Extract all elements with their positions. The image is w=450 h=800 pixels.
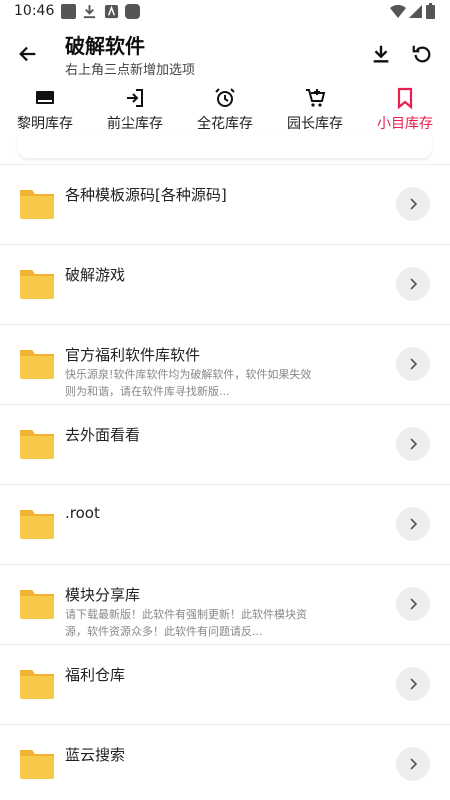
item-title: 各种模板源码[各种源码]: [65, 186, 227, 204]
list-item[interactable]: 破解游戏: [0, 244, 450, 324]
tab-label: 小目库存: [377, 116, 433, 132]
app-header: 破解软件 右上角三点新增加选项: [0, 24, 450, 80]
tab-label: 黎明库存: [17, 116, 73, 132]
open-button[interactable]: [396, 347, 430, 381]
open-button[interactable]: [396, 187, 430, 221]
tab-xiaomu[interactable]: 小目库存: [360, 84, 450, 136]
battery-icon: [426, 3, 435, 19]
folder-list: 各种模板源码[各种源码] 破解游戏 官方福利软件库软件 快乐源泉!软件库软件均为…: [0, 164, 450, 800]
refresh-button[interactable]: [406, 38, 438, 70]
cart-icon: [306, 89, 326, 107]
item-title: 模块分享库: [65, 586, 141, 604]
download-notification-icon: [83, 4, 96, 19]
download-icon: [373, 45, 389, 63]
folder-icon: [20, 350, 54, 379]
keyboard-icon: [36, 91, 54, 104]
chevron-right-icon: [410, 278, 418, 290]
tab-liming[interactable]: 黎明库存: [0, 84, 90, 136]
list-item[interactable]: 模块分享库 请下载最新版！此软件有强制更新！此软件模块资源，软件资源众多！此软件…: [0, 564, 450, 644]
tab-qianchen[interactable]: 前尘库存: [90, 84, 180, 136]
page-title: 破解软件: [65, 34, 145, 58]
folder-icon: [20, 190, 54, 219]
wifi-icon: [390, 5, 406, 18]
list-item[interactable]: 蓝云搜索: [0, 724, 450, 800]
chevron-right-icon: [410, 198, 418, 210]
folder-icon: [20, 670, 54, 699]
item-description: 快乐源泉!软件库软件均为破解软件，软件如果失效则为和谐，请在软件库寻找新版...: [65, 368, 312, 398]
list-item[interactable]: 官方福利软件库软件 快乐源泉!软件库软件均为破解软件，软件如果失效则为和谐，请在…: [0, 324, 450, 404]
chevron-right-icon: [410, 438, 418, 450]
notification-icon: [61, 4, 76, 19]
open-button[interactable]: [396, 427, 430, 461]
tab-divider: [18, 136, 432, 158]
list-item[interactable]: 去外面看看: [0, 404, 450, 484]
folder-icon: [20, 750, 54, 779]
download-button[interactable]: [365, 38, 397, 70]
folder-icon: [20, 590, 54, 619]
item-title: 破解游戏: [65, 266, 126, 284]
chevron-right-icon: [410, 518, 418, 530]
signal-icon: [409, 5, 422, 18]
list-item[interactable]: 各种模板源码[各种源码]: [0, 164, 450, 244]
tab-yuanzhang[interactable]: 园长库存: [270, 84, 360, 136]
tab-label: 园长库存: [287, 116, 343, 132]
folder-icon: [20, 510, 54, 539]
item-title: 官方福利软件库软件: [65, 346, 201, 364]
app-notification-icon: [104, 4, 119, 19]
item-description: 请下载最新版！此软件有强制更新！此软件模块资源，软件资源众多！此软件有问题请反.…: [65, 608, 307, 638]
item-title: 蓝云搜索: [65, 746, 126, 764]
open-button[interactable]: [396, 267, 430, 301]
open-button[interactable]: [396, 747, 430, 781]
item-title: .root: [65, 504, 100, 522]
tab-quanhua[interactable]: 全花库存: [180, 84, 270, 136]
back-button[interactable]: [12, 38, 44, 70]
folder-icon: [20, 430, 54, 459]
folder-icon: [20, 270, 54, 299]
login-icon: [127, 89, 143, 107]
arrow-back-icon: [19, 46, 36, 62]
open-button[interactable]: [396, 667, 430, 701]
status-bar: 10:46: [0, 0, 450, 24]
item-title: 福利仓库: [65, 666, 126, 684]
refresh-icon: [412, 45, 431, 63]
tab-bar: 黎明库存 前尘库存 全花库存 园长库存 小目库存: [0, 84, 450, 136]
page-subtitle: 右上角三点新增加选项: [65, 63, 196, 78]
app-notification-icon-2: [125, 4, 140, 19]
chevron-right-icon: [410, 758, 418, 770]
tab-label: 全花库存: [197, 116, 253, 132]
list-item[interactable]: 福利仓库: [0, 644, 450, 724]
alarm-icon: [215, 88, 235, 107]
bookmark-icon: [397, 87, 413, 110]
open-button[interactable]: [396, 507, 430, 541]
chevron-right-icon: [410, 358, 418, 370]
chevron-right-icon: [410, 598, 418, 610]
open-button[interactable]: [396, 587, 430, 621]
status-time: 10:46: [14, 3, 55, 19]
list-item[interactable]: .root: [0, 484, 450, 564]
chevron-right-icon: [410, 678, 418, 690]
item-title: 去外面看看: [65, 426, 141, 444]
tab-label: 前尘库存: [107, 116, 163, 132]
